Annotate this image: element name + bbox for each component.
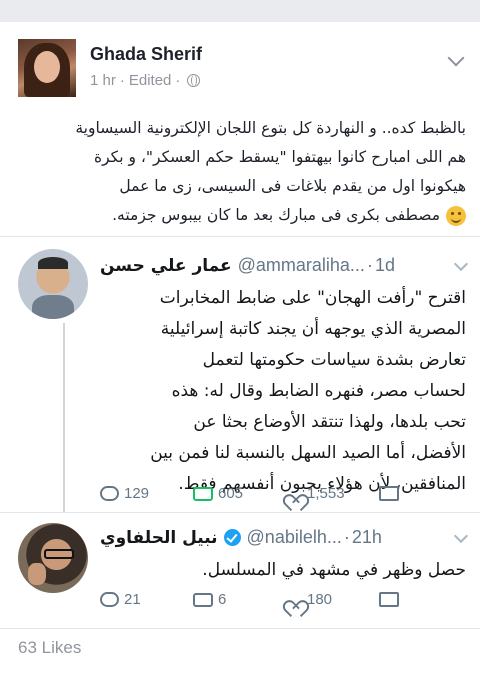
dm-button[interactable] (379, 485, 419, 502)
tweet-actions: 129 605 1,553 (100, 485, 419, 502)
meta-separator: · (119, 72, 125, 89)
like-count: 1,553 (307, 485, 345, 502)
post-text: بالظبط كده.. و النهاردة كل بتوع اللجان ا… (14, 114, 466, 230)
heart-icon (286, 593, 302, 607)
dm-button[interactable] (379, 591, 419, 608)
like-count: 180 (307, 591, 333, 608)
tweet-body: حصل وظهر في مشهد في المسلسل. (100, 555, 466, 586)
heart-icon (286, 487, 302, 501)
post-text-line: هيكونوا اول من يقدم بلاغات فى السيسى، زى… (119, 177, 466, 195)
tweet-author-name[interactable]: نبيل الحلفاوي (100, 528, 218, 548)
globe-icon[interactable] (187, 74, 201, 87)
post-text-line-last: مصطفى بكرى فى مبارك بعد ما كان بيبوس جزم… (14, 201, 466, 230)
tweet-body-line: تحب بلدها، ولهذا تنتقد الأوضاع بحثا عن (193, 412, 466, 432)
tweet-body-line: الأفضل، أما الصيد السهل بالنسبة لنا فمن … (150, 443, 466, 463)
likes-count[interactable]: 63 Likes (18, 638, 81, 658)
envelope-icon (379, 592, 399, 607)
retweet-count: 6 (218, 591, 227, 608)
tweet-handle[interactable]: @ammaraliha... (238, 255, 365, 276)
tweet-body-line: تعارض بشدة سياسات حكومتها لتعمل (202, 350, 466, 370)
reply-icon (100, 486, 119, 501)
top-bar (0, 0, 480, 22)
author-avatar[interactable] (18, 39, 76, 97)
like-button[interactable]: 180 (286, 591, 379, 608)
retweet-button[interactable]: 6 (193, 591, 286, 608)
author-name[interactable]: Ghada Sherif (90, 44, 202, 65)
verified-badge-icon (223, 529, 241, 546)
tweet-actions: 21 6 180 (100, 591, 419, 608)
tweet-body-line: المصرية الذي يوجهه أن يجند كاتبة إسرائيل… (160, 319, 466, 339)
post-text-line: مصطفى بكرى فى مبارك بعد ما كان بيبوس جزم… (112, 206, 440, 224)
post-options-chevron-icon[interactable] (447, 49, 465, 67)
reply-button[interactable]: 129 (100, 485, 193, 502)
like-button[interactable]: 1,553 (286, 485, 379, 502)
tweet-header: نبيل الحلفاوي @nabilelh... · 21h (100, 527, 469, 548)
tweet-body: اقترح "رأفت الهجان" على ضابط المخابرات ا… (100, 283, 466, 500)
post-text-line: هم اللى امبارح كانوا بيهتفوا "يسقط حكم ا… (94, 148, 466, 166)
tweet-options-chevron-icon[interactable] (453, 256, 469, 271)
tweet-author-name[interactable]: عمار علي حسن (100, 256, 232, 276)
tweet-body-line: اقترح "رأفت الهجان" على ضابط المخابرات (159, 288, 466, 308)
tweet-header: عمار علي حسن @ammaraliha... · 1d (100, 255, 469, 276)
tweet-handle[interactable]: @nabilelh... (247, 527, 342, 548)
tweet-body-line: حصل وظهر في مشهد في المسلسل. (202, 560, 466, 580)
tweet-time[interactable]: 21h (352, 527, 382, 548)
avatar-shirt (32, 295, 74, 319)
smiling-face-emoji-icon (446, 205, 466, 226)
thread-line (63, 323, 65, 513)
edited-label[interactable]: Edited (129, 72, 172, 89)
retweet-count: 605 (218, 485, 244, 502)
tweet-card-1[interactable]: عمار علي حسن @ammaraliha... · 1d اقترح "… (0, 236, 480, 513)
reply-icon (100, 592, 119, 607)
avatar-face (34, 51, 60, 83)
envelope-icon (379, 486, 399, 501)
reply-count: 21 (124, 591, 141, 608)
reply-count: 129 (124, 485, 150, 502)
retweet-button[interactable]: 605 (193, 485, 286, 502)
likes-divider (0, 628, 480, 629)
retweet-icon (193, 486, 213, 501)
tweet-options-chevron-icon[interactable] (453, 528, 469, 543)
tweet-separator: · (343, 527, 350, 547)
meta-separator-2: · (175, 72, 181, 89)
tweet-body-line: لحساب مصر، فنهره الضابط وقال له: هذه (171, 381, 466, 401)
post-text-line: بالظبط كده.. و النهاردة كل بتوع اللجان ا… (75, 119, 466, 137)
retweet-icon (193, 592, 213, 607)
avatar-glasses (44, 549, 74, 559)
avatar-hand (28, 563, 46, 585)
tweet-card-2[interactable]: نبيل الحلفاوي @nabilelh... · 21h حصل وظه… (0, 512, 480, 623)
avatar-hair (38, 257, 68, 269)
tweet-time[interactable]: 1d (375, 255, 395, 276)
tweet-avatar[interactable] (18, 523, 88, 593)
post-time[interactable]: 1 hr (90, 72, 116, 89)
tweet-separator: · (366, 255, 373, 275)
tweet-avatar[interactable] (18, 249, 88, 319)
reply-button[interactable]: 21 (100, 591, 193, 608)
post-meta: 1 hr · Edited · (90, 72, 201, 89)
